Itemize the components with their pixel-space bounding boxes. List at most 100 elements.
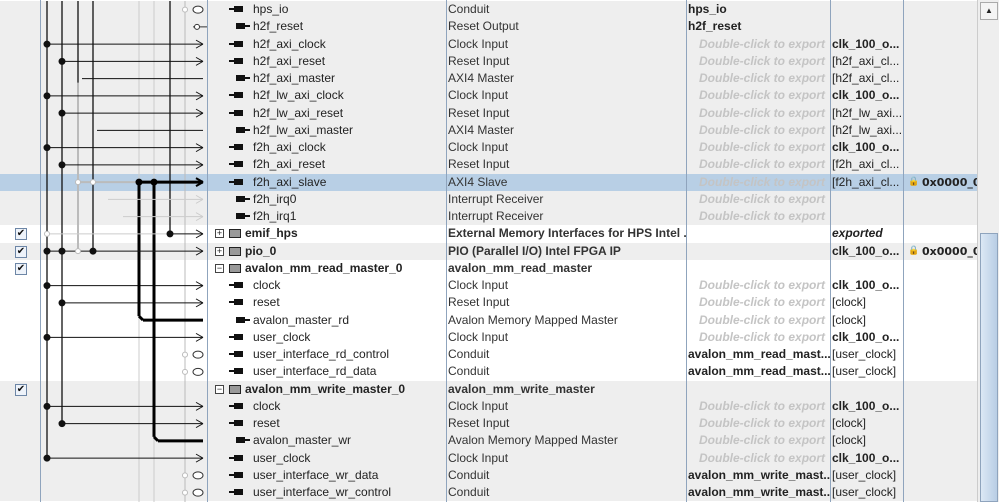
- name-cell[interactable]: user_interface_wr_data: [212, 467, 446, 484]
- connection-dot[interactable]: [44, 230, 50, 237]
- name-cell[interactable]: f2h_irq0: [212, 191, 446, 208]
- export-cell[interactable]: Double-click to export: [688, 105, 830, 122]
- name-cell[interactable]: + emif_hps: [212, 225, 446, 242]
- name-cell[interactable]: h2f_lw_axi_clock: [212, 87, 446, 104]
- connection-dot[interactable]: [43, 282, 51, 290]
- export-cell[interactable]: Double-click to export: [688, 277, 830, 294]
- export-cell[interactable]: Double-click to export: [688, 450, 830, 467]
- name-cell[interactable]: user_interface_rd_data: [212, 363, 446, 380]
- connection-dot[interactable]: [43, 40, 51, 48]
- connection-dot[interactable]: [43, 454, 51, 462]
- export-cell[interactable]: h2f_reset: [688, 18, 830, 35]
- connection-dot[interactable]: [43, 92, 51, 100]
- export-cell[interactable]: Double-click to export: [688, 36, 830, 53]
- clock-cell[interactable]: clk_100_o...: [832, 87, 903, 104]
- export-dot[interactable]: [182, 351, 188, 358]
- name-cell[interactable]: user_clock: [212, 450, 446, 467]
- clock-cell[interactable]: [user_clock]: [832, 346, 903, 363]
- clock-cell[interactable]: clk_100_o...: [832, 450, 903, 467]
- scrollbar-thumb[interactable]: [980, 233, 998, 502]
- clock-cell[interactable]: clk_100_o...: [832, 329, 903, 346]
- name-cell[interactable]: f2h_axi_slave: [212, 174, 446, 191]
- connection-dot[interactable]: [75, 179, 81, 186]
- collapse-icon[interactable]: −: [215, 384, 224, 394]
- clock-cell[interactable]: clk_100_o...: [832, 36, 903, 53]
- clock-cell[interactable]: [user_clock]: [832, 467, 903, 484]
- export-cell[interactable]: Double-click to export: [688, 156, 830, 173]
- connection-dot[interactable]: [89, 247, 97, 255]
- clock-cell[interactable]: [h2f_lw_axi...: [832, 122, 903, 139]
- name-cell[interactable]: avalon_master_wr: [212, 432, 446, 449]
- export-cell[interactable]: avalon_mm_read_mast...: [688, 346, 830, 363]
- clock-cell[interactable]: [h2f_lw_axi...: [832, 105, 903, 122]
- name-cell[interactable]: h2f_axi_master: [212, 70, 446, 87]
- export-cell[interactable]: Double-click to export: [688, 294, 830, 311]
- name-cell[interactable]: avalon_master_rd: [212, 312, 446, 329]
- connection-dot[interactable]: [43, 247, 51, 255]
- clock-cell[interactable]: clk_100_o...: [832, 243, 903, 260]
- clock-cell[interactable]: [clock]: [832, 415, 903, 432]
- export-cell[interactable]: Double-click to export: [688, 208, 830, 225]
- clock-cell[interactable]: [clock]: [832, 432, 903, 449]
- conduit-export-icon[interactable]: [192, 5, 204, 14]
- base-address-cell[interactable]: 🔒 0x0000_0: [905, 243, 977, 260]
- name-cell[interactable]: user_interface_rd_control: [212, 346, 446, 363]
- collapse-icon[interactable]: −: [215, 263, 224, 273]
- name-cell[interactable]: h2f_axi_clock: [212, 36, 446, 53]
- connection-dot[interactable]: [75, 248, 81, 255]
- connection-dot[interactable]: [43, 333, 51, 341]
- name-cell[interactable]: clock: [212, 398, 446, 415]
- name-cell[interactable]: clock: [212, 277, 446, 294]
- clock-cell[interactable]: clk_100_o...: [832, 398, 903, 415]
- conduit-export-icon[interactable]: [192, 471, 204, 480]
- connection-dot[interactable]: [58, 247, 66, 255]
- base-address-cell[interactable]: 🔒 0x0000_0: [905, 174, 977, 191]
- connection-dot[interactable]: [90, 179, 96, 186]
- name-cell[interactable]: f2h_irq1: [212, 208, 446, 225]
- name-cell[interactable]: h2f_lw_axi_master: [212, 122, 446, 139]
- connection-dot[interactable]: [58, 299, 66, 307]
- name-cell[interactable]: + pio_0: [212, 243, 446, 260]
- conduit-export-icon[interactable]: [192, 350, 204, 359]
- export-cell[interactable]: Double-click to export: [688, 139, 830, 156]
- name-cell[interactable]: − avalon_mm_write_master_0: [212, 381, 446, 398]
- export-cell[interactable]: Double-click to export: [688, 70, 830, 87]
- clock-cell[interactable]: [user_clock]: [832, 363, 903, 380]
- name-cell[interactable]: h2f_reset: [212, 18, 446, 35]
- connection-dot[interactable]: [58, 161, 66, 169]
- connection-dot[interactable]: [58, 109, 66, 117]
- name-cell[interactable]: h2f_lw_axi_reset: [212, 105, 446, 122]
- export-dot[interactable]: [182, 6, 188, 13]
- clock-cell[interactable]: exported: [832, 225, 903, 242]
- connection-dot[interactable]: [166, 230, 174, 238]
- connections-panel[interactable]: [0, 1, 210, 502]
- clock-cell[interactable]: [clock]: [832, 294, 903, 311]
- clock-cell[interactable]: clk_100_o...: [832, 277, 903, 294]
- name-cell[interactable]: h2f_axi_reset: [212, 53, 446, 70]
- export-dot[interactable]: [182, 489, 188, 496]
- conduit-export-icon[interactable]: [192, 488, 204, 497]
- clock-cell[interactable]: [clock]: [832, 312, 903, 329]
- export-dot[interactable]: [182, 368, 188, 375]
- export-cell[interactable]: Double-click to export: [688, 432, 830, 449]
- name-cell[interactable]: f2h_axi_clock: [212, 139, 446, 156]
- reset-export-icon[interactable]: [194, 23, 200, 30]
- scroll-up-arrow-icon[interactable]: ▲: [980, 2, 998, 20]
- clock-cell[interactable]: [user_clock]: [832, 484, 903, 501]
- clock-cell[interactable]: [h2f_axi_cl...: [832, 70, 903, 87]
- connection-dot[interactable]: [58, 420, 66, 428]
- name-cell[interactable]: reset: [212, 415, 446, 432]
- export-cell[interactable]: Double-click to export: [688, 191, 830, 208]
- clock-cell[interactable]: clk_100_o...: [832, 139, 903, 156]
- expand-icon[interactable]: +: [215, 246, 224, 256]
- export-cell[interactable]: Double-click to export: [688, 174, 830, 191]
- export-cell[interactable]: Double-click to export: [688, 415, 830, 432]
- name-cell[interactable]: hps_io: [212, 1, 446, 18]
- vertical-scrollbar[interactable]: ▲: [977, 0, 999, 502]
- export-cell[interactable]: Double-click to export: [688, 87, 830, 104]
- conduit-export-icon[interactable]: [192, 367, 204, 376]
- export-cell[interactable]: avalon_mm_write_mast...: [688, 484, 830, 501]
- export-cell[interactable]: Double-click to export: [688, 329, 830, 346]
- clock-cell[interactable]: [f2h_axi_cl...: [832, 156, 903, 173]
- export-cell[interactable]: Double-click to export: [688, 398, 830, 415]
